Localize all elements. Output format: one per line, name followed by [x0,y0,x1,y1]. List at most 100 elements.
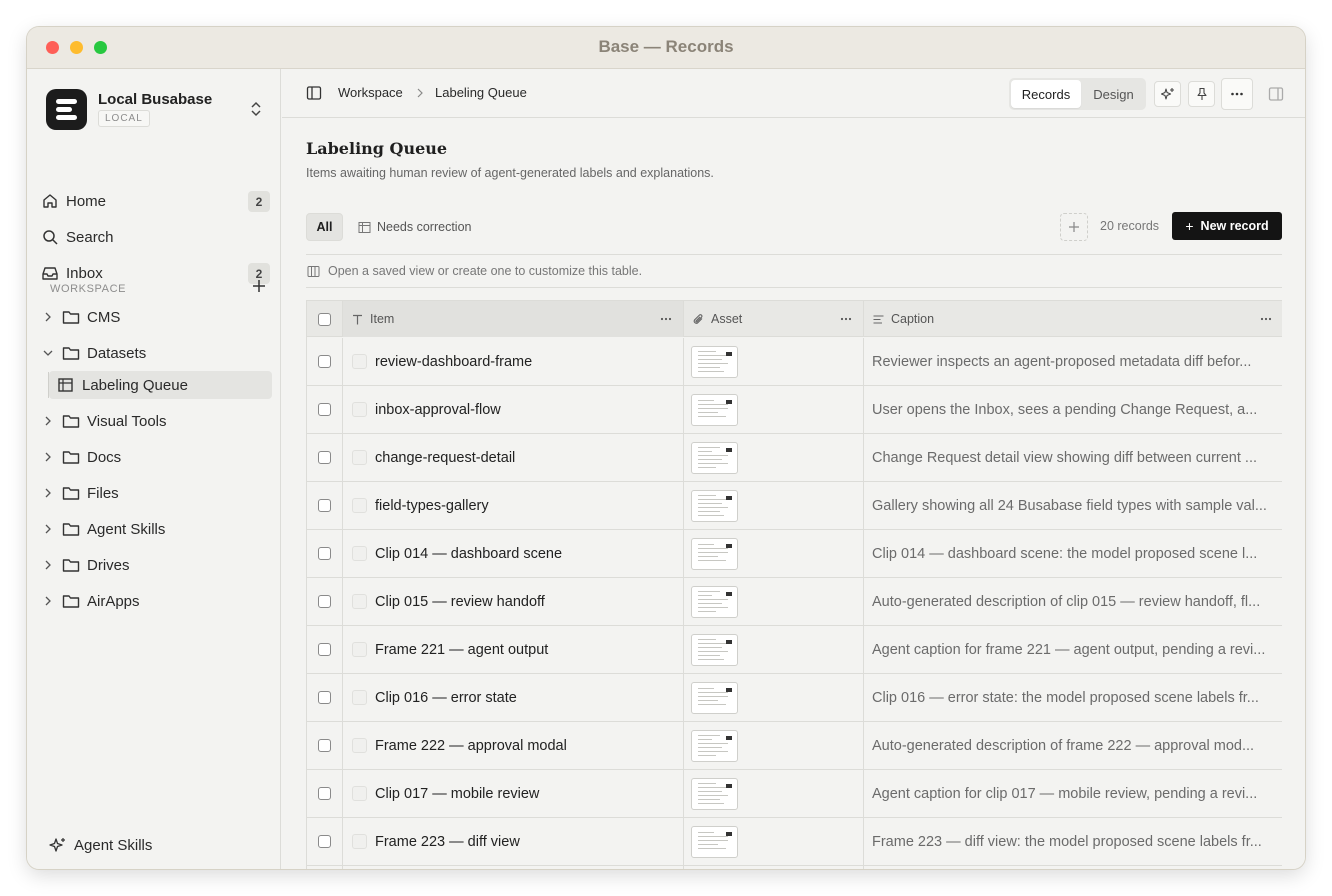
row-checkbox[interactable] [318,499,331,512]
asset-thumbnail[interactable] [691,681,738,714]
asset-thumbnail[interactable] [691,345,738,378]
column-header-item[interactable]: Item [343,301,684,337]
row-expand-icon[interactable] [352,834,367,849]
caption-cell[interactable]: Agent caption for clip 017 — mobile revi… [864,770,1282,817]
row-checkbox[interactable] [318,355,331,368]
caption-cell[interactable]: Frame 223 — diff view: the model propose… [864,818,1282,865]
chevron-down-icon[interactable] [41,346,55,360]
asset-cell[interactable] [684,626,864,673]
asset-thumbnail[interactable] [691,585,738,618]
asset-thumbnail[interactable] [691,777,738,810]
table-row[interactable]: Clip 015 — review handoff Auto-generated … [307,578,1282,626]
chevron-right-icon[interactable] [41,522,55,536]
tree-item-cms[interactable]: CMS [41,303,271,331]
asset-thumbnail[interactable] [691,825,738,858]
table-row[interactable]: Frame 223 — diff view Frame 223 — diff vi… [307,818,1282,866]
chevron-right-icon[interactable] [41,558,55,572]
right-panel-toggle-icon[interactable] [1268,86,1284,102]
view-tab-needs-correction[interactable]: Needs correction [358,213,472,241]
row-expand-icon[interactable] [352,594,367,609]
table-row[interactable]: Clip 016 — error state Clip 016 — error s… [307,674,1282,722]
tree-item-docs[interactable]: Docs [41,443,271,471]
asset-cell[interactable] [684,434,864,481]
row-expand-icon[interactable] [352,546,367,561]
item-cell[interactable]: Frame 221 — agent output [343,626,684,673]
asset-thumbnail[interactable] [691,729,738,762]
row-expand-icon[interactable] [352,402,367,417]
table-row[interactable]: Frame 222 — approval modal Auto-generated… [307,722,1282,770]
chevron-right-icon[interactable] [41,414,55,428]
ai-sparkle-button[interactable] [1154,81,1181,107]
row-checkbox[interactable] [318,739,331,752]
row-checkbox[interactable] [318,547,331,560]
breadcrumb-labeling-queue[interactable]: Labeling Queue [435,85,527,100]
workspace-logo[interactable] [46,89,87,130]
tree-item-files[interactable]: Files [41,479,271,507]
asset-cell[interactable] [684,338,864,385]
column-menu-icon[interactable] [659,312,673,326]
column-menu-icon[interactable] [839,312,853,326]
add-view-button[interactable] [1060,213,1088,241]
tree-item-labeling-queue[interactable]: Labeling Queue [49,371,272,399]
row-checkbox[interactable] [318,595,331,608]
table-row[interactable]: Clip 014 — dashboard scene Clip 014 — das… [307,530,1282,578]
asset-cell[interactable] [684,482,864,529]
asset-cell[interactable] [684,818,864,865]
item-cell[interactable]: inbox-approval-flow [343,386,684,433]
item-cell[interactable]: Frame 222 — approval modal [343,722,684,769]
caption-cell[interactable]: Clip 014 — dashboard scene: the model pr… [864,530,1282,577]
view-tab-all[interactable]: All [306,213,343,241]
table-row[interactable]: change-request-detail Change Request deta… [307,434,1282,482]
row-expand-icon[interactable] [352,738,367,753]
item-cell[interactable]: Clip 016 — error state [343,674,684,721]
row-expand-icon[interactable] [352,690,367,705]
tree-item-drives[interactable]: Drives [41,551,271,579]
caption-cell[interactable]: Auto-generated description of frame 222 … [864,722,1282,769]
row-checkbox[interactable] [318,835,331,848]
item-cell[interactable]: review-dashboard-frame [343,338,684,385]
sidebar-footer-agent-skills[interactable]: Agent Skills [49,833,152,857]
caption-cell[interactable]: Auto-generated description of clip 015 —… [864,578,1282,625]
breadcrumb-workspace[interactable]: Workspace [338,85,403,100]
column-header-caption[interactable]: Caption [864,301,1282,337]
asset-thumbnail[interactable] [691,441,738,474]
more-options-button[interactable] [1221,78,1253,110]
row-expand-icon[interactable] [352,498,367,513]
asset-cell[interactable] [684,770,864,817]
chevron-right-icon[interactable] [41,594,55,608]
item-cell[interactable]: change-request-detail [343,434,684,481]
row-checkbox[interactable] [318,691,331,704]
chevron-right-icon[interactable] [41,450,55,464]
table-row[interactable]: field-types-gallery Gallery showing all 2… [307,482,1282,530]
chevron-right-icon[interactable] [41,486,55,500]
item-cell[interactable]: Clip 015 — review handoff [343,578,684,625]
workspace-name[interactable]: Local Busabase [98,91,212,108]
tree-item-agent-skills[interactable]: Agent Skills [41,515,271,543]
nav-home[interactable]: Home 2 [41,187,271,215]
row-expand-icon[interactable] [352,354,367,369]
select-all-checkbox[interactable] [318,312,331,326]
row-checkbox[interactable] [318,451,331,464]
tree-item-datasets[interactable]: Datasets [41,339,271,367]
pin-button[interactable] [1188,81,1215,107]
caption-cell[interactable] [864,866,1282,869]
asset-thumbnail[interactable] [691,393,738,426]
row-checkbox[interactable] [318,643,331,656]
item-cell[interactable] [343,866,684,869]
caption-cell[interactable]: Gallery showing all 24 Busabase field ty… [864,482,1282,529]
asset-cell[interactable] [684,530,864,577]
caption-cell[interactable]: Agent caption for frame 221 — agent outp… [864,626,1282,673]
row-expand-icon[interactable] [352,642,367,657]
caption-cell[interactable]: Reviewer inspects an agent-proposed meta… [864,338,1282,385]
table-row[interactable] [307,866,1282,869]
asset-thumbnail[interactable] [691,537,738,570]
item-cell[interactable]: Frame 223 — diff view [343,818,684,865]
tab-design[interactable]: Design [1083,80,1144,108]
caption-cell[interactable]: Change Request detail view showing diff … [864,434,1282,481]
tree-item-visual-tools[interactable]: Visual Tools [41,407,271,435]
tab-records[interactable]: Records [1011,80,1081,108]
asset-cell[interactable] [684,386,864,433]
new-record-button[interactable]: + New record [1172,212,1282,240]
table-row[interactable]: inbox-approval-flow User opens the Inbox,… [307,386,1282,434]
caption-cell[interactable]: User opens the Inbox, sees a pending Cha… [864,386,1282,433]
